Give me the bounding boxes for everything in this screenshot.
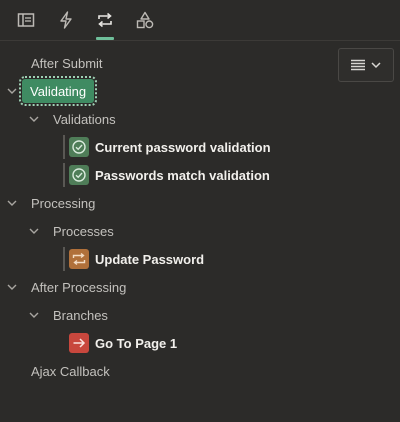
tree-menu-button[interactable] [338, 48, 394, 82]
node-label: After Processing [31, 279, 127, 295]
dynamic-actions-tab[interactable] [54, 8, 78, 32]
dynamic-actions-icon [60, 11, 72, 29]
node-label: Current password validation [95, 139, 271, 155]
active-tab-indicator [96, 37, 114, 40]
tree-node-after-processing[interactable]: After Processing [0, 275, 330, 299]
node-label: Go To Page 1 [95, 335, 178, 351]
shared-components-tab[interactable] [133, 8, 157, 32]
node-label: Update Password [95, 251, 205, 267]
shared-components-icon [136, 11, 154, 29]
rendering-tree-icon [17, 13, 35, 27]
tree-node-branches[interactable]: Branches [0, 303, 330, 327]
menu-lines-icon [351, 59, 365, 71]
processing-icon [98, 12, 112, 28]
node-label: Ajax Callback [31, 363, 110, 379]
tree-node-validating-selected[interactable]: Validating [18, 76, 98, 106]
tree-node-current-password-validation[interactable]: Current password validation [0, 135, 330, 159]
tree-node-go-to-page-1[interactable]: Go To Page 1 [0, 331, 330, 355]
tree-node-processes[interactable]: Processes [0, 219, 330, 243]
node-label: Branches [53, 307, 108, 323]
processing-tab[interactable] [93, 8, 117, 32]
chevron-down-icon [371, 62, 381, 69]
node-label: Processing [31, 195, 96, 211]
tree-node-after-submit[interactable]: After Submit [0, 51, 330, 75]
chevron-down-icon[interactable] [6, 85, 18, 97]
toolbar [0, 0, 400, 41]
node-label: Validations [53, 111, 116, 127]
node-label: Processes [53, 223, 114, 239]
tree-node-passwords-match-validation[interactable]: Passwords match validation [0, 163, 330, 187]
tree-node-ajax-callback[interactable]: Ajax Callback [0, 359, 330, 383]
rendering-tab[interactable] [14, 8, 38, 32]
tree-node-processing[interactable]: Processing [0, 191, 330, 215]
node-label: Passwords match validation [95, 167, 270, 183]
node-label: After Submit [31, 55, 103, 71]
node-label: Validating [30, 83, 87, 99]
tree-node-validations[interactable]: Validations [0, 107, 330, 131]
tree-node-update-password[interactable]: Update Password [0, 247, 330, 271]
